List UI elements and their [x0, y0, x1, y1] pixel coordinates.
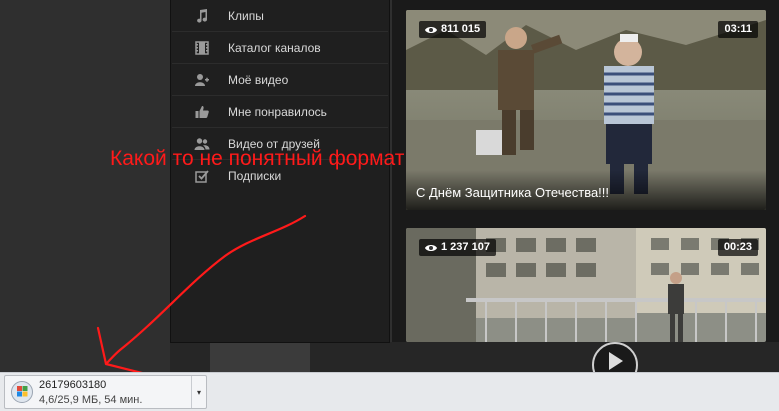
download-item[interactable]: 26179603180 4,6/25,9 МБ, 54 мин. ▾: [4, 375, 207, 409]
download-bar: 26179603180 4,6/25,9 МБ, 54 мин. ▾: [0, 372, 779, 411]
file-icon: [11, 381, 33, 403]
download-filename: 26179603180: [39, 379, 107, 391]
annotation-arrow: [96, 214, 307, 377]
download-status: 4,6/25,9 МБ, 54 мин.: [39, 394, 143, 406]
chevron-down-icon[interactable]: ▾: [191, 376, 206, 408]
